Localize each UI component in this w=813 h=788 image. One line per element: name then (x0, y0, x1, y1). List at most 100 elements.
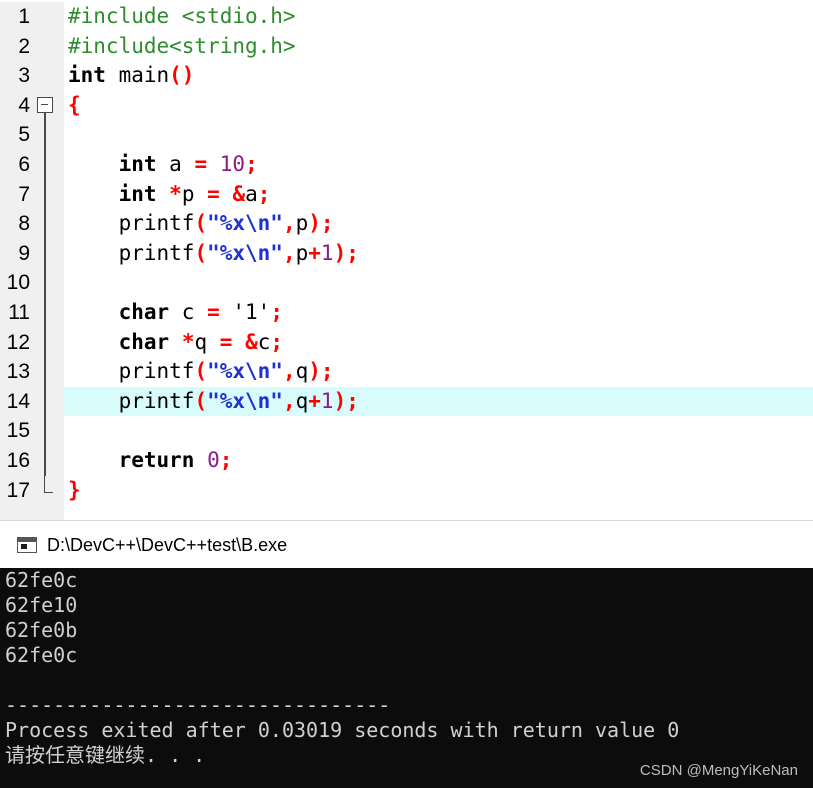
code-text[interactable]: return 0; (64, 446, 813, 476)
code-token: 0 (207, 448, 220, 472)
code-text[interactable]: { (64, 91, 813, 121)
line-number: 2 (18, 34, 30, 58)
line-number: 8 (18, 212, 30, 236)
code-token: , (282, 388, 296, 413)
code-token: ); (308, 211, 334, 236)
console-window[interactable]: D:\DevC++\DevC++test\B.exe 62fe0c 62fe10 6… (0, 520, 813, 788)
line-number: 5 (18, 123, 30, 147)
terminal-line: 62fe0c (5, 643, 78, 667)
code-token: printf (68, 240, 195, 265)
line-number: 16 (6, 449, 30, 472)
line-number: 13 (6, 360, 30, 384)
code-text[interactable]: printf("%x\n",q); (64, 357, 813, 387)
code-text[interactable]: int *p = &a; (64, 180, 813, 210)
code-token: ); (333, 240, 359, 265)
code-token: "%x\n" (207, 388, 283, 413)
code-editor[interactable]: 1 #include <stdio.h> 2 #include<string.h> 3 i… (0, 0, 813, 520)
code-token: q (295, 359, 309, 384)
code-line[interactable]: 1 #include <stdio.h> (0, 2, 813, 32)
code-token: int (68, 63, 106, 88)
fold-end-icon (33, 475, 57, 506)
code-text[interactable]: int a = 10; (64, 150, 813, 180)
code-line[interactable]: 16 return 0; (0, 446, 813, 476)
code-line[interactable]: 13 printf("%x\n",q); (0, 357, 813, 387)
code-text[interactable]: #include <stdio.h> (64, 2, 813, 32)
line-number: 3 (18, 64, 30, 88)
code-token: ); (333, 388, 359, 413)
code-line[interactable]: 8 printf("%x\n",p); (0, 209, 813, 239)
terminal-output[interactable]: 62fe0c 62fe10 62fe0b 62fe0c ----------------… (0, 568, 813, 788)
code-line[interactable]: 4{ (0, 91, 813, 121)
line-number: 6 (18, 153, 30, 176)
fold-collapse-icon[interactable] (33, 91, 57, 121)
code-line[interactable]: 3 int main() (0, 61, 813, 91)
code-token: , (282, 211, 296, 236)
code-token: #include<string.h> (68, 33, 296, 58)
code-text[interactable]: int main() (64, 61, 813, 91)
code-text[interactable]: char *q = &c; (64, 328, 813, 358)
fold-guide-line (33, 386, 57, 417)
code-token: , (282, 359, 296, 384)
code-token: ; (270, 300, 283, 324)
code-line[interactable]: 2 #include<string.h> (0, 32, 813, 62)
code-token: char (118, 329, 170, 354)
code-text[interactable]: printf("%x\n",p); (64, 209, 813, 239)
code-token: #include <stdio.h> (68, 4, 296, 28)
line-number: 10 (6, 271, 30, 295)
code-token: a (245, 181, 258, 206)
terminal-line: 请按任意键继续. . . (5, 743, 206, 767)
terminal-line: -------------------------------- (5, 693, 391, 717)
fold-margin (33, 61, 57, 91)
code-text[interactable]: char c = '1'; (64, 298, 813, 328)
code-token: ; (219, 448, 233, 472)
code-token: ; (257, 181, 271, 206)
code-line[interactable]: 15 (0, 416, 813, 446)
code-text[interactable] (64, 268, 813, 298)
terminal-line: 62fe0b (5, 618, 78, 642)
code-token: return (118, 448, 195, 472)
fold-guide-line (33, 209, 57, 239)
code-line[interactable]: 12 char *q = &c; (0, 327, 813, 358)
code-token: c (169, 300, 208, 324)
code-token: '1' (219, 300, 271, 324)
code-line[interactable]: 10 (0, 268, 813, 298)
code-text[interactable]: #include<string.h> (64, 32, 813, 62)
code-text[interactable]: } (64, 476, 813, 506)
code-line[interactable]: 5 (0, 120, 813, 150)
code-line[interactable]: 17} (0, 475, 813, 506)
code-text[interactable] (64, 416, 813, 446)
code-token: printf (68, 359, 195, 384)
code-token: + (308, 240, 321, 265)
code-token: "%x\n" (207, 211, 283, 236)
fold-guide-line (33, 268, 57, 298)
code-line[interactable]: 11 char c = '1'; (0, 298, 813, 328)
code-token: ( (194, 359, 208, 384)
fold-guide-line (33, 357, 57, 387)
code-text[interactable]: printf("%x\n",q+1); (64, 386, 813, 417)
code-line[interactable]: 6 int a = 10; (0, 150, 813, 180)
code-token: * (181, 329, 195, 354)
code-text[interactable]: printf("%x\n",p+1); (64, 239, 813, 269)
code-token: & (245, 329, 258, 354)
code-text[interactable] (64, 120, 813, 150)
code-token: ; (245, 152, 258, 176)
code-token: main (105, 63, 170, 88)
window-title: D:\DevC++\DevC++test\B.exe (47, 535, 288, 555)
fold-guide-line (33, 238, 57, 269)
code-token: int (118, 181, 157, 206)
fold-guide-line (33, 446, 57, 476)
console-titlebar[interactable]: D:\DevC++\DevC++test\B.exe (0, 520, 813, 568)
console-window-icon[interactable] (17, 537, 37, 553)
code-token: 10 (219, 152, 246, 176)
code-token: q (295, 388, 309, 413)
code-line[interactable]: 14 printf("%x\n",q+1); (0, 386, 813, 417)
code-line[interactable]: 7 int *p = &a; (0, 179, 813, 210)
code-line[interactable]: 9 printf("%x\n",p+1); (0, 238, 813, 269)
line-number: 7 (18, 182, 30, 206)
